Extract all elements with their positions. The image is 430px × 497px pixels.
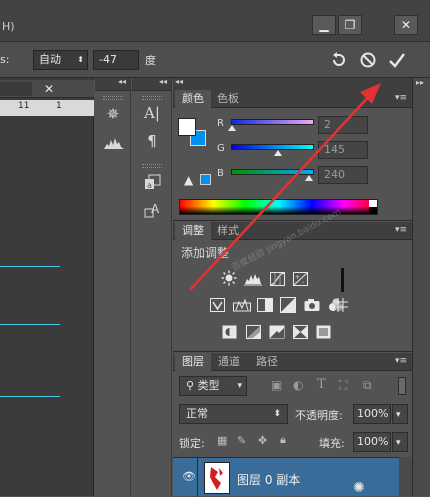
annotation-arrow xyxy=(189,83,381,291)
